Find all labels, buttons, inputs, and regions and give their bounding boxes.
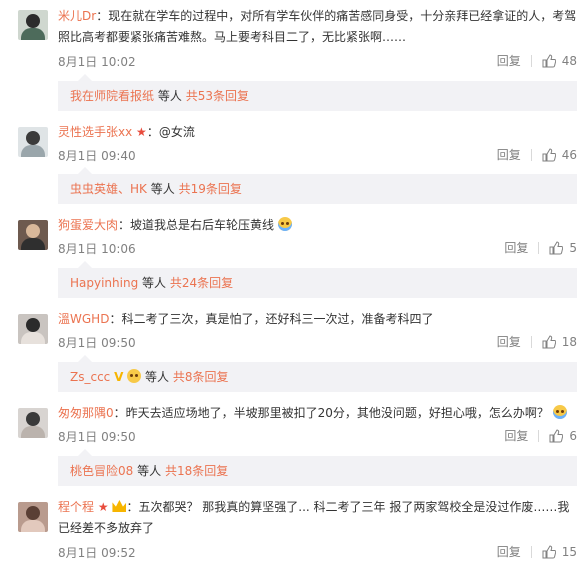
reply-button[interactable]: 回复 (497, 146, 521, 163)
star-badge-icon: ★ (136, 125, 147, 139)
comment-actions: 回复 18 (497, 333, 577, 350)
star-badge-icon: ★ (97, 500, 109, 514)
username-link[interactable]: 灵性选手张xx (58, 125, 132, 139)
reply-button[interactable]: 回复 (504, 239, 528, 256)
avatar[interactable] (18, 314, 48, 344)
emoji-icon (127, 369, 142, 383)
username-link[interactable]: 匆匆那隅0 (58, 406, 114, 420)
reply-suffix: 等人 (150, 182, 175, 196)
like-count: 6 (569, 428, 577, 443)
comment-text: 米儿Dr：现在就在学车的过程中，对所有学车伙伴的痛苦感同身受，十分亲拜已经拿证的… (58, 9, 577, 23)
reply-total-link[interactable]: 共19条回复 (179, 182, 242, 196)
comment-text: 狗蛋爱大肉：坡道我总是右后车轮压黄线 (58, 215, 577, 236)
comment-actions: 回复 46 (497, 146, 577, 163)
crying-emoji-icon (552, 405, 567, 419)
comment-feed: 米儿Dr：现在就在学车的过程中，对所有学车伙伴的痛苦感同身受，十分亲拜已经拿证的… (0, 0, 587, 562)
comment-body: 五次都哭？ 那我真的算坚强了... 科二考了三年 报了两家驾校全是没过作废……我 (138, 500, 570, 514)
avatar[interactable] (18, 127, 48, 157)
reply-total-link[interactable]: 共53条回复 (186, 89, 249, 103)
comment-actions: 回复 48 (497, 52, 577, 69)
like-count: 15 (561, 544, 577, 559)
comment-actions: 回复 15 (497, 543, 577, 560)
thumbs-up-icon[interactable] (542, 544, 556, 559)
like-count: 46 (561, 147, 577, 162)
comment-text-line2: 已经差不多放弃了 (58, 521, 155, 535)
comment-body: 现在就在学车的过程中，对所有学车伙伴的痛苦感同身受，十分亲拜已经拿证的人，考驾 (108, 9, 577, 23)
reply-suffix: 等人 (142, 276, 167, 290)
avatar[interactable] (18, 10, 48, 40)
comment-text: 溫WGHD：科二考了三次，真是怕了，还好科三一次过，准备考科四了 (58, 312, 434, 326)
avatar[interactable] (18, 502, 48, 532)
comment-body: 昨天去适应场地了，半坡那里被扣了20分，其他没问题，好担心哦，怎么办啊？ (125, 406, 549, 420)
comment-timestamp: 8月1日 10:06 (58, 242, 136, 256)
comment-actions: 回复 5 (504, 239, 577, 256)
reply-button[interactable]: 回复 (497, 333, 521, 350)
reply-summary[interactable]: Zs_ccc V 等人 共8条回复 (58, 355, 577, 392)
action-divider (530, 545, 532, 558)
comment-text-line2: 照比高考都要紧张痛苦难熬。马上要考科目二了，无比紧张啊…… (58, 30, 407, 44)
reply-suffix: 等人 (157, 89, 182, 103)
username-link[interactable]: 溫WGHD (58, 312, 109, 326)
reply-summary[interactable]: 我在师院看报纸 等人 共53条回复 (58, 74, 577, 111)
comment-timestamp: 8月1日 09:50 (58, 336, 136, 350)
crown-badge-icon (112, 500, 127, 512)
reply-total-link[interactable]: 共8条回复 (173, 370, 229, 384)
action-divider (530, 54, 532, 67)
thumbs-up-icon[interactable] (542, 147, 556, 162)
reply-users[interactable]: 桃色冒险08 (70, 464, 133, 478)
avatar[interactable] (18, 408, 48, 438)
action-divider (530, 335, 532, 348)
like-count: 18 (561, 334, 577, 349)
like-count: 5 (569, 240, 577, 255)
like-count: 48 (561, 53, 577, 68)
reply-summary[interactable]: 桃色冒险08 等人 共18条回复 (58, 449, 577, 486)
avatar[interactable] (18, 220, 48, 250)
thumbs-up-icon[interactable] (542, 53, 556, 68)
comment-body: @女流 (158, 125, 195, 139)
comment-timestamp: 8月1日 09:52 (58, 546, 136, 560)
comment-text: 程个程 ★ ：五次都哭？ 那我真的算坚强了... 科二考了三年 报了两家驾校全是… (58, 500, 570, 514)
reply-button[interactable]: 回复 (497, 543, 521, 560)
comment-timestamp: 8月1日 09:50 (58, 430, 136, 444)
reply-total-link[interactable]: 共18条回复 (165, 464, 228, 478)
thumbs-up-icon[interactable] (549, 240, 564, 255)
reply-button[interactable]: 回复 (504, 427, 528, 444)
comment-text: 匆匆那隅0：昨天去适应场地了，半坡那里被扣了20分，其他没问题，好担心哦，怎么办… (58, 403, 577, 424)
reply-suffix: 等人 (145, 370, 170, 384)
reply-users[interactable]: 我在师院看报纸 (70, 89, 154, 103)
reply-users[interactable]: 虫虫英雄、HK (70, 182, 147, 196)
reply-total-link[interactable]: 共24条回复 (170, 276, 233, 290)
action-divider (530, 148, 532, 161)
comment-body: 坡道我总是右后车轮压黄线 (130, 218, 275, 232)
comment-actions: 回复 6 (504, 427, 577, 444)
reply-button[interactable]: 回复 (497, 52, 521, 69)
comment-timestamp: 8月1日 09:40 (58, 149, 136, 163)
action-divider (538, 241, 540, 254)
username-link[interactable]: 米儿Dr (58, 9, 96, 23)
comment-body: 科二考了三次，真是怕了，还好科三一次过，准备考科四了 (121, 312, 434, 326)
username-link[interactable]: 狗蛋爱大肉 (58, 218, 118, 232)
thumbs-up-icon[interactable] (549, 428, 564, 443)
reply-suffix: 等人 (137, 464, 162, 478)
username-link[interactable]: 程个程 (58, 500, 94, 514)
verified-v-icon: V (114, 370, 124, 384)
reply-users[interactable]: Hapyinhing (70, 276, 138, 290)
comment-text: 灵性选手张xx ★：@女流 (58, 125, 195, 139)
reply-summary[interactable]: Hapyinhing 等人 共24条回复 (58, 261, 577, 298)
comment-timestamp: 8月1日 10:02 (58, 55, 136, 69)
crying-emoji-icon (277, 217, 292, 231)
thumbs-up-icon[interactable] (542, 334, 556, 349)
action-divider (538, 429, 540, 442)
reply-users[interactable]: Zs_ccc (70, 370, 110, 384)
reply-summary[interactable]: 虫虫英雄、HK 等人 共19条回复 (58, 167, 577, 204)
